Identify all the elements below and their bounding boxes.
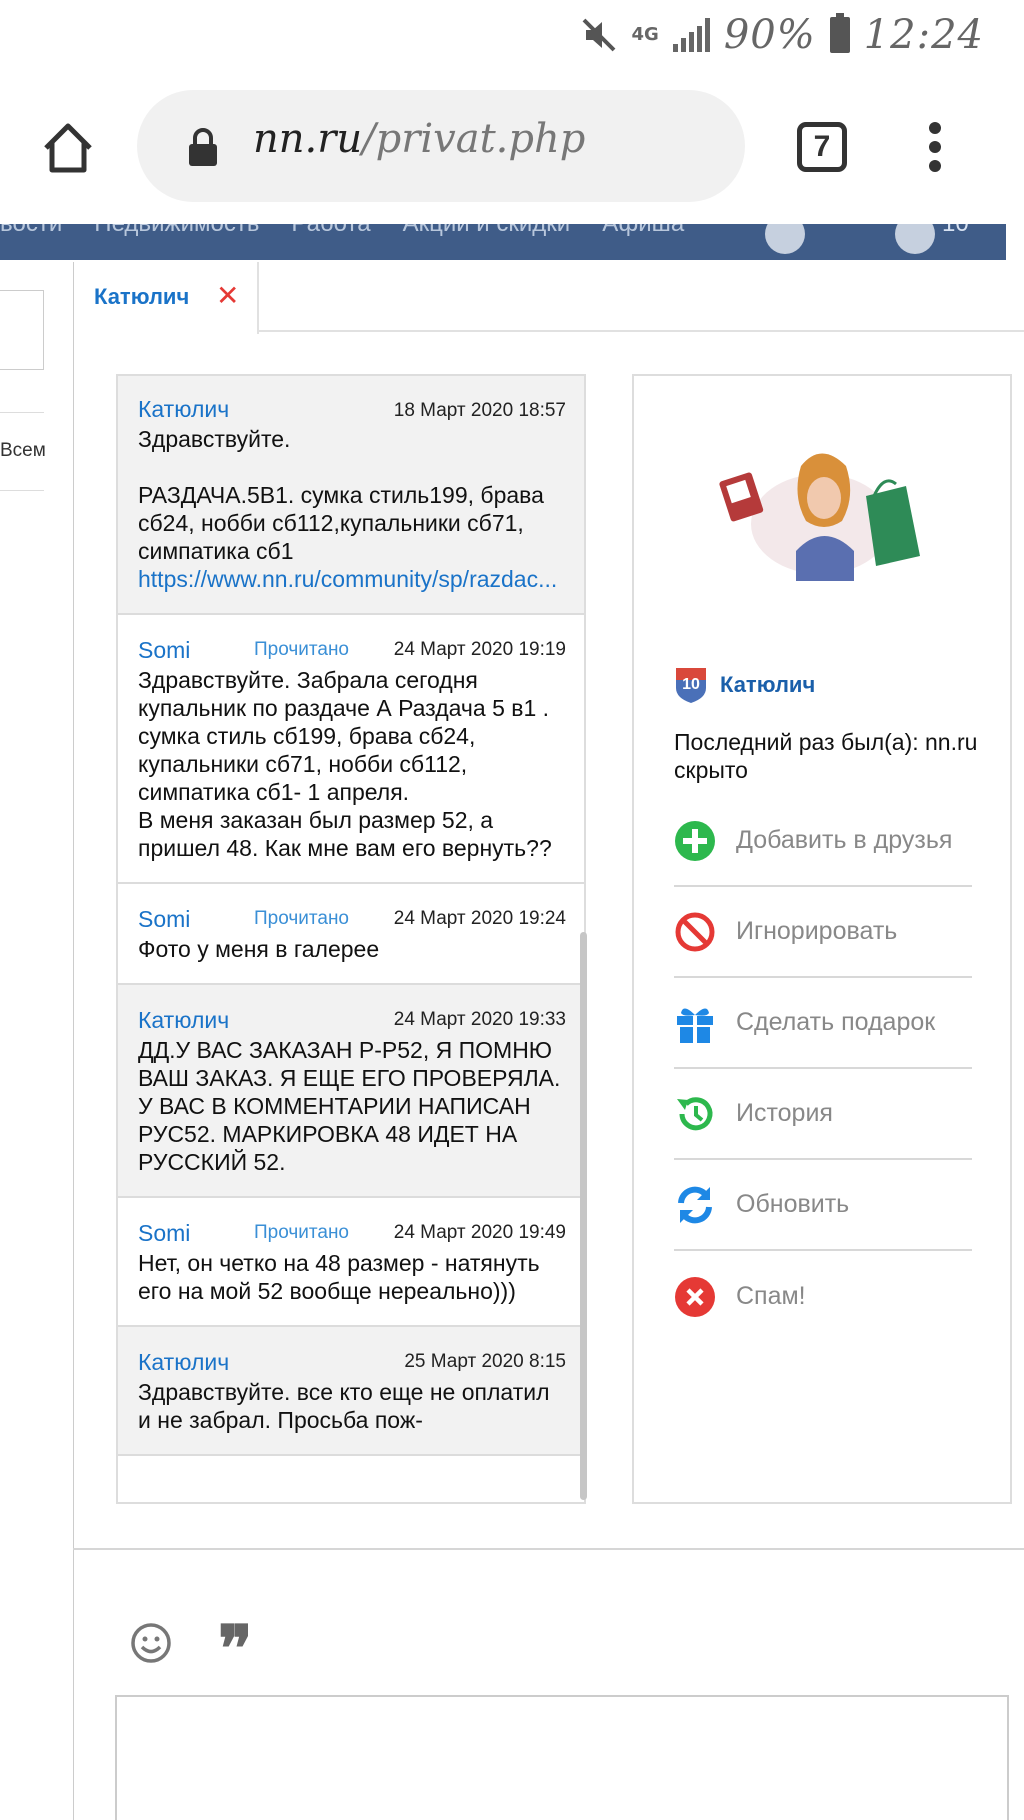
user-icon[interactable] xyxy=(765,224,805,254)
action-label: Игнорировать xyxy=(736,917,898,945)
message-text: ДД.У ВАС ЗАКАЗАН Р-Р52, Я ПОМНЮ ВАШ ЗАКА… xyxy=(138,1037,561,1175)
network-type: 4G xyxy=(631,24,659,45)
battery-icon xyxy=(829,13,850,53)
spam-button[interactable]: Спам! xyxy=(674,1251,972,1342)
nav-item-deals[interactable]: Акции и скидки xyxy=(403,224,571,238)
message-text: Здравствуйте. Забрала сегодня купальник … xyxy=(138,667,552,861)
tab-switcher-button[interactable]: 7 xyxy=(797,122,847,172)
history-icon xyxy=(677,1096,713,1130)
url-path: /privat.php xyxy=(362,116,586,162)
divider xyxy=(73,1548,1024,1550)
gift-icon xyxy=(677,1007,713,1043)
url-text: nn.ru/privat.php xyxy=(253,116,585,162)
action-label: Спам! xyxy=(736,1282,806,1310)
profile-header: 10 Катюлич xyxy=(674,666,815,704)
action-label: Обновить xyxy=(736,1190,850,1218)
message-date: 24 Март 2020 19:19 xyxy=(393,639,566,660)
profile-actions: Добавить в друзья Игнорировать Сделать п… xyxy=(674,796,972,1342)
level-number: 10 xyxy=(682,676,700,693)
read-status: Прочитано xyxy=(254,908,349,929)
status-bar: 4G 90% 12:24 xyxy=(0,0,1024,72)
sidebar-item-all[interactable]: Всем xyxy=(0,440,46,462)
ignore-icon xyxy=(675,912,715,951)
message-item: Somi Прочитано 24 Март 2020 19:49 Нет, о… xyxy=(118,1198,584,1327)
battery-percent: 90% xyxy=(723,12,816,58)
divider xyxy=(0,490,44,491)
message-item: Катюлич 18 Март 2020 18:57 Здравствуйте.… xyxy=(118,376,584,615)
divider xyxy=(0,412,44,413)
nav-item-afisha[interactable]: Афиша xyxy=(602,224,684,238)
add-friend-icon xyxy=(675,820,715,861)
tab-label: Катюлич xyxy=(94,284,190,309)
read-status: Прочитано xyxy=(254,639,349,660)
scrollbar[interactable] xyxy=(580,932,587,1500)
message-item: Somi Прочитано 24 Март 2020 19:24 Фото у… xyxy=(118,884,584,985)
action-label: Сделать подарок xyxy=(736,1008,936,1036)
message-text: Здравствуйте. РАЗДАЧА.5В1. сумка стиль19… xyxy=(138,426,544,564)
history-button[interactable]: История xyxy=(674,1069,972,1160)
read-status: Прочитано xyxy=(254,1222,349,1243)
browser-toolbar: nn.ru/privat.php 7 xyxy=(0,72,1024,224)
last-seen: Последний раз был(а): nn.ru скрыто xyxy=(674,729,978,783)
level-badge-icon: 10 xyxy=(676,668,706,703)
clock: 12:24 xyxy=(863,12,984,58)
message-link[interactable]: https://www.nn.ru/community/sp/razdac... xyxy=(138,565,564,593)
message-date: 24 Март 2020 19:24 xyxy=(393,908,566,929)
message-date: 18 Март 2020 18:57 xyxy=(393,400,566,421)
message-item: Somi Прочитано 24 Март 2020 19:19 Здравс… xyxy=(118,615,584,884)
gift-button[interactable]: Сделать подарок xyxy=(674,978,972,1069)
message-date: 25 Март 2020 8:15 xyxy=(404,1351,566,1372)
tab-conversation[interactable]: Катюлич ✕ xyxy=(74,262,259,334)
close-icon[interactable]: ✕ xyxy=(216,282,239,310)
message-input[interactable] xyxy=(115,1695,1009,1820)
notifications-icon[interactable] xyxy=(895,224,935,254)
nav-item-realty[interactable]: Недвижимость xyxy=(94,224,259,238)
signal-icon xyxy=(672,18,710,52)
home-icon[interactable] xyxy=(40,120,96,176)
quote-icon[interactable]: ❞ xyxy=(218,1618,252,1682)
site-navigation: вости Недвижимость Работа Акции и скидки… xyxy=(0,224,1006,260)
message-date: 24 Март 2020 19:49 xyxy=(393,1222,566,1243)
conversation-tabs: Катюлич ✕ xyxy=(74,262,1024,334)
conversation-panel: Катюлич ✕ Катюлич 18 Март 2020 18:57 Здр… xyxy=(73,262,1024,1820)
nav-item-jobs[interactable]: Работа xyxy=(291,224,370,238)
profile-card: 10 Катюлич Последний раз был(а): nn.ru с… xyxy=(632,374,1012,1504)
notifications-count: 10 xyxy=(942,224,969,238)
sidebar-box xyxy=(0,290,44,370)
message-text: Здравствуйте. все кто еще не оплатил и н… xyxy=(138,1379,550,1433)
add-friend-button[interactable]: Добавить в друзья xyxy=(674,796,972,887)
refresh-icon xyxy=(678,1186,712,1223)
spam-icon xyxy=(675,1276,715,1317)
message-item: Катюлич 24 Март 2020 19:33 ДД.У ВАС ЗАКА… xyxy=(118,985,584,1198)
url-host: nn.ru xyxy=(253,116,363,162)
message-text: Нет, он четко на 48 размер - натянуть ег… xyxy=(138,1250,540,1304)
action-label: Добавить в друзья xyxy=(736,826,953,854)
lock-icon xyxy=(189,128,217,166)
profile-name[interactable]: Катюлич xyxy=(720,672,815,698)
refresh-button[interactable]: Обновить xyxy=(674,1160,972,1251)
avatar[interactable] xyxy=(716,446,926,581)
mute-icon xyxy=(582,18,615,52)
message-item: Катюлич 25 Март 2020 8:15 Здравствуйте. … xyxy=(118,1327,584,1456)
overflow-menu-icon[interactable] xyxy=(925,122,945,174)
message-date: 24 Март 2020 19:33 xyxy=(393,1009,566,1030)
action-label: История xyxy=(736,1099,833,1127)
address-bar[interactable]: nn.ru/privat.php xyxy=(137,90,745,202)
ignore-button[interactable]: Игнорировать xyxy=(674,887,972,978)
nav-item-news[interactable]: вости xyxy=(0,224,62,238)
message-list[interactable]: Катюлич 18 Март 2020 18:57 Здравствуйте.… xyxy=(116,374,586,1504)
message-text: Фото у меня в галерее xyxy=(138,936,380,962)
emoji-icon[interactable] xyxy=(130,1622,172,1664)
